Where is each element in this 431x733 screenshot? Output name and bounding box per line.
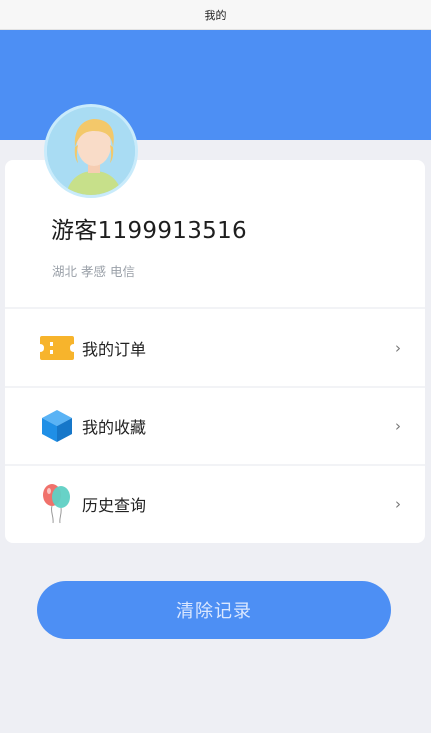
divider: [5, 307, 425, 309]
username: 游客1199913516: [51, 218, 247, 244]
page-title: 我的: [204, 8, 227, 22]
balloons-icon: [37, 484, 77, 524]
menu-item-history[interactable]: 历史查询 ›: [5, 466, 425, 542]
clear-records-label: 清除记录: [176, 601, 252, 622]
avatar[interactable]: [44, 104, 138, 198]
menu-item-label: 历史查询: [82, 496, 147, 515]
location-info: 湖北 孝感 电信: [52, 264, 135, 279]
menu-item-favorites[interactable]: 我的收藏 ›: [5, 388, 425, 464]
clear-records-button[interactable]: 清除记录: [37, 581, 391, 639]
menu-item-label: 我的收藏: [82, 418, 147, 437]
cube-icon: [37, 406, 77, 446]
top-bar: 我的: [0, 0, 431, 30]
chevron-right-icon: ›: [395, 417, 401, 435]
chevron-right-icon: ›: [395, 339, 401, 357]
chevron-right-icon: ›: [395, 495, 401, 513]
menu-item-label: 我的订单: [82, 340, 147, 359]
ticket-icon: [37, 328, 77, 368]
menu-item-orders[interactable]: 我的订单 ›: [5, 310, 425, 386]
